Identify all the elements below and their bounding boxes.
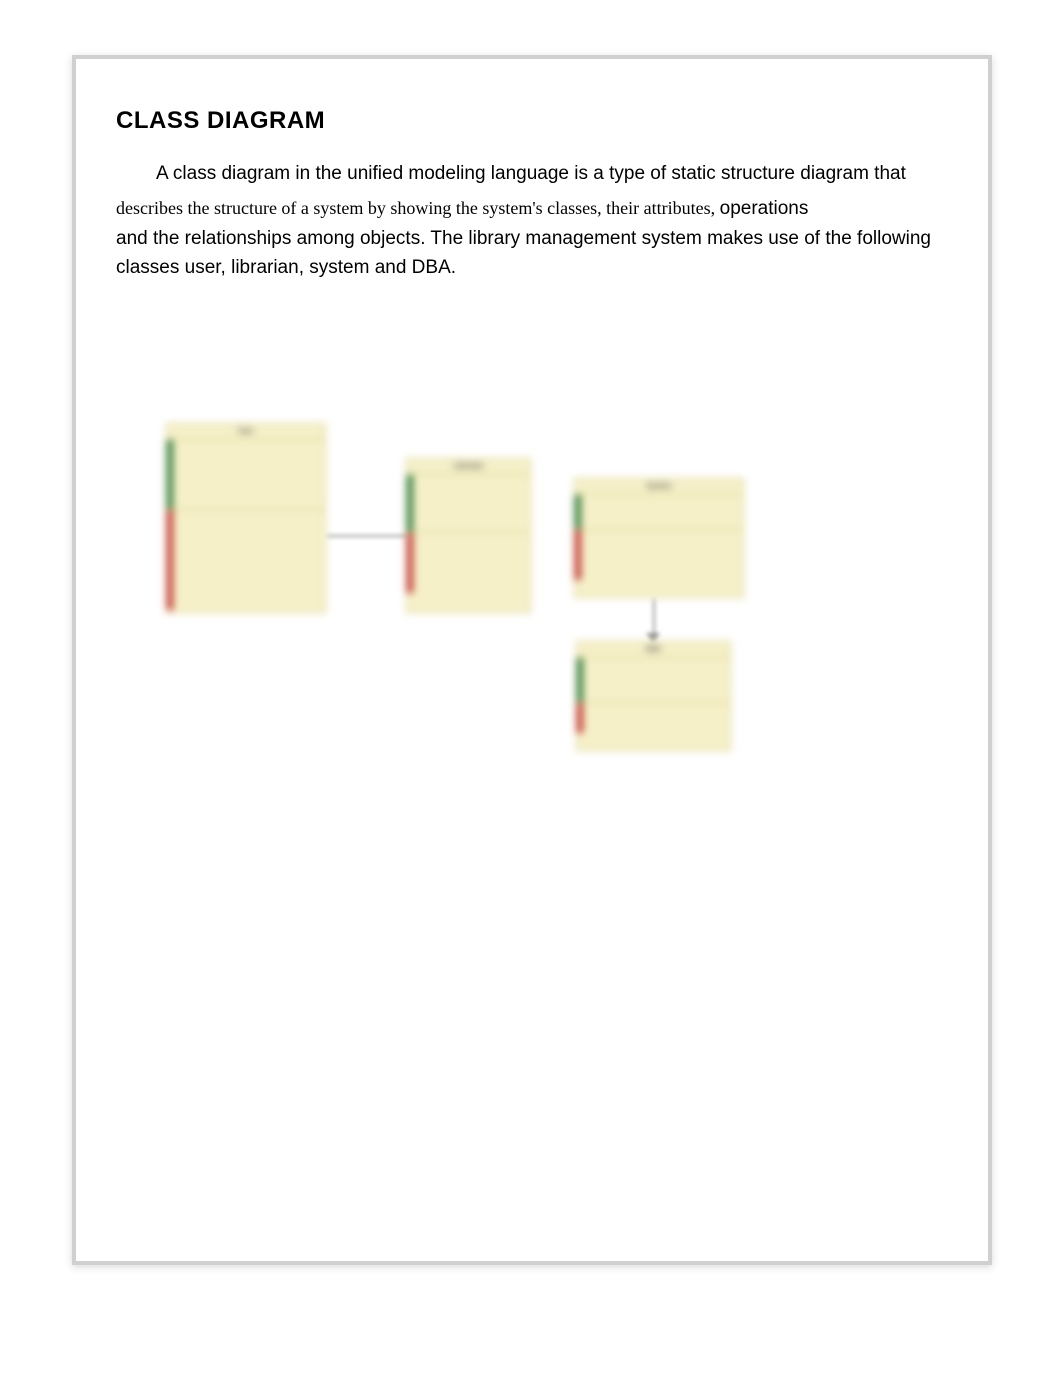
uml-class-user-operations <box>167 510 325 610</box>
uml-class-librarian: Librarian <box>406 458 531 613</box>
uml-class-librarian-title: Librarian <box>407 459 530 475</box>
document-page: CLASS DIAGRAM A class diagram in the uni… <box>72 55 992 1265</box>
uml-class-system-operations <box>575 530 743 580</box>
paragraph-block: A class diagram in the unified modeling … <box>116 159 988 283</box>
page-heading: CLASS DIAGRAM <box>116 107 988 135</box>
uml-class-dba-operations <box>577 703 730 733</box>
paragraph-line-2: describes the structure of a system by s… <box>116 194 988 223</box>
uml-class-dba-attributes <box>577 658 730 703</box>
paragraph-line-1: A class diagram in the unified modeling … <box>116 159 988 188</box>
uml-class-dba: DBA <box>576 641 731 751</box>
connection-user-librarian <box>326 535 406 537</box>
uml-class-librarian-attributes <box>407 475 530 533</box>
uml-class-user: User <box>166 423 326 613</box>
uml-class-librarian-operations <box>407 533 530 593</box>
uml-class-user-title: User <box>167 424 325 440</box>
paragraph-line-4: classes user, librarian, system and DBA. <box>116 253 988 282</box>
uml-class-system-attributes <box>575 495 743 530</box>
uml-class-system-title: System <box>575 479 743 495</box>
uml-class-user-attributes <box>167 440 325 510</box>
uml-class-system: System <box>574 478 744 598</box>
uml-class-dba-title: DBA <box>577 642 730 658</box>
class-diagram-area: User Librarian System DBA <box>116 423 988 823</box>
paragraph-line-3: and the relationships among objects. The… <box>116 224 988 253</box>
